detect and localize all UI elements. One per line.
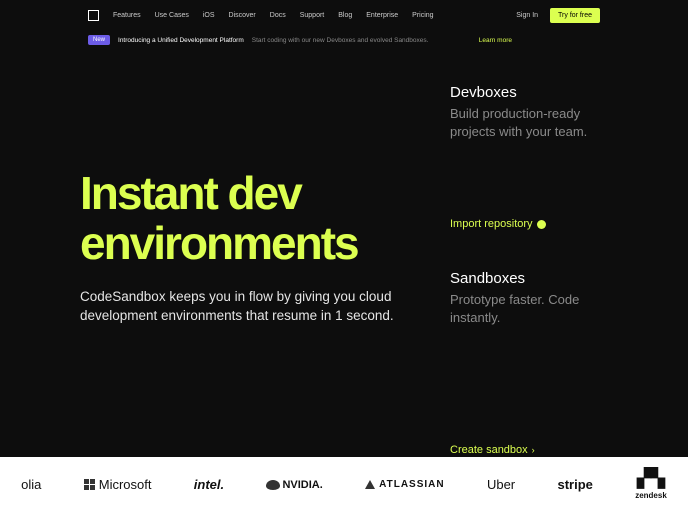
logo-uber: Uber — [487, 477, 515, 492]
header-actions: Sign In Try for free — [516, 8, 600, 23]
github-icon — [537, 220, 546, 229]
microsoft-icon — [84, 479, 95, 490]
create-sandbox-label: Create sandbox — [450, 444, 528, 456]
atlassian-label: ATLASSIAN — [379, 479, 444, 490]
hero-title-line2: environments — [80, 217, 358, 269]
logo-atlassian: ATLASSIAN — [365, 479, 444, 490]
logo-stripe: stripe — [557, 477, 592, 492]
create-sandbox-link[interactable]: Create sandbox › — [450, 444, 600, 456]
devboxes-section: Devboxes Build production-ready projects… — [450, 84, 600, 140]
logo-nvidia: NVIDIA. — [266, 479, 322, 491]
hero-title: Instant dev environments — [80, 169, 410, 268]
sandboxes-desc: Prototype faster. Code instantly. — [450, 291, 600, 326]
devboxes-desc: Build production-ready projects with you… — [450, 105, 600, 140]
nav-ios[interactable]: iOS — [203, 12, 215, 19]
header: Features Use Cases iOS Discover Docs Sup… — [0, 0, 688, 31]
logo-intel: intel. — [194, 477, 224, 492]
nav-pricing[interactable]: Pricing — [412, 12, 433, 19]
sandboxes-title: Sandboxes — [450, 270, 600, 287]
nav-features[interactable]: Features — [113, 12, 141, 19]
nav-use-cases[interactable]: Use Cases — [155, 12, 189, 19]
zendesk-icon: ▞▚ — [637, 469, 665, 487]
devboxes-title: Devboxes — [450, 84, 600, 101]
sidebar: Devboxes Build production-ready projects… — [450, 84, 600, 456]
nav-docs[interactable]: Docs — [270, 12, 286, 19]
import-repository-label: Import repository — [450, 218, 533, 230]
microsoft-label: Microsoft — [99, 477, 152, 492]
chevron-right-icon: › — [532, 445, 535, 455]
main-nav: Features Use Cases iOS Discover Docs Sup… — [113, 12, 502, 19]
logo-microsoft: Microsoft — [84, 477, 152, 492]
main-content: Instant dev environments CodeSandbox kee… — [0, 49, 688, 456]
banner-subtext: Start coding with our new Devboxes and e… — [252, 37, 429, 44]
nav-support[interactable]: Support — [300, 12, 325, 19]
nav-blog[interactable]: Blog — [338, 12, 352, 19]
logo-icon[interactable] — [88, 10, 99, 21]
nvidia-label: NVIDIA. — [282, 479, 322, 491]
nav-enterprise[interactable]: Enterprise — [366, 12, 398, 19]
customer-logos: olia Microsoft intel. NVIDIA. ATLASSIAN … — [0, 457, 688, 512]
hero-subtitle: CodeSandbox keeps you in flow by giving … — [80, 288, 410, 326]
try-free-button[interactable]: Try for free — [550, 8, 600, 23]
announcement-banner: New Introducing a Unified Development Pl… — [0, 31, 688, 49]
nav-discover[interactable]: Discover — [229, 12, 256, 19]
signin-link[interactable]: Sign In — [516, 12, 538, 19]
learn-more-link[interactable]: Learn more — [479, 37, 512, 44]
sandboxes-section: Sandboxes Prototype faster. Code instant… — [450, 270, 600, 326]
nvidia-icon — [266, 480, 280, 490]
import-repository-link[interactable]: Import repository — [450, 218, 600, 230]
logo-zendesk: ▞▚ zendesk — [635, 469, 667, 500]
atlassian-icon — [365, 480, 375, 489]
zendesk-label: zendesk — [635, 491, 667, 500]
hero: Instant dev environments CodeSandbox kee… — [80, 84, 410, 456]
banner-headline: Introducing a Unified Development Platfo… — [118, 37, 244, 44]
new-badge: New — [88, 35, 110, 45]
logo-algolia: olia — [21, 477, 41, 492]
hero-title-line1: Instant dev — [80, 167, 301, 219]
